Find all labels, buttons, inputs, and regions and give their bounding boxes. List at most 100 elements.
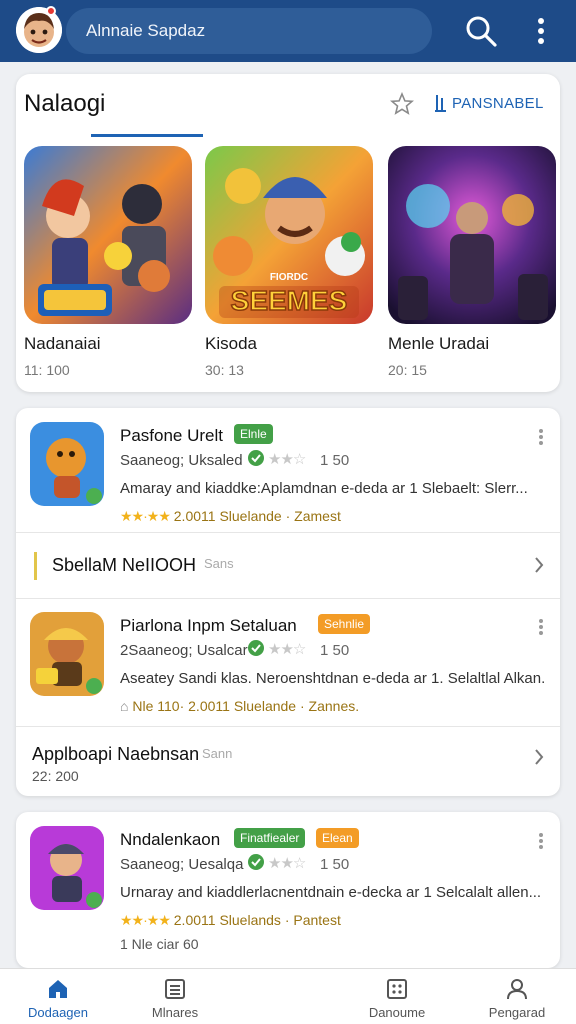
grid-icon bbox=[387, 979, 407, 999]
rating-stars: ★★·★★ bbox=[120, 508, 171, 524]
game-art-wizard bbox=[388, 146, 556, 324]
app-meta: ★★·★★ 2.0011 Sluelande · Zamest bbox=[120, 508, 341, 525]
search-input[interactable] bbox=[86, 8, 416, 54]
app-description: Amaray and kiaddke:Aplamdnan e-deda ar 1… bbox=[120, 480, 528, 497]
list-icon bbox=[165, 979, 185, 999]
section-meta: 22: 200 bbox=[32, 768, 79, 784]
nav-item-grid[interactable]: Danoume bbox=[342, 977, 452, 1020]
section-accent-bar bbox=[34, 552, 37, 580]
verified-check-icon bbox=[248, 640, 264, 656]
meta-number: 2.0011 bbox=[188, 698, 230, 714]
nav-item-list[interactable]: Mlnares bbox=[120, 977, 230, 1020]
app-badge: Finatfiealer bbox=[234, 828, 306, 848]
list-item[interactable]: Pasfone Urelt Elnle Saaneog; Uksaled ★★☆… bbox=[16, 408, 560, 532]
meta-number: 2.0011 bbox=[173, 508, 216, 524]
see-all-link[interactable]: PANSNABEL bbox=[452, 95, 544, 112]
more-options-icon[interactable] bbox=[538, 618, 544, 636]
divider bbox=[16, 726, 560, 727]
divider bbox=[16, 532, 560, 533]
top-app-bar bbox=[0, 0, 576, 62]
profile-avatar[interactable] bbox=[16, 7, 62, 53]
chevron-right-icon[interactable] bbox=[534, 748, 544, 766]
game-card[interactable]: Nadanaiai 11: 100 bbox=[24, 146, 192, 378]
game-name: Menle Uradai bbox=[388, 334, 490, 353]
chevron-right-icon[interactable] bbox=[534, 556, 544, 574]
rating-stars-icon: ★★☆ bbox=[268, 855, 306, 872]
search-icon[interactable] bbox=[464, 14, 498, 48]
person-icon bbox=[507, 979, 527, 1000]
app-badge: Sehnlie bbox=[318, 614, 371, 634]
app-list-card: Nndalenkaon Finatfiealer Elean Saaneog; … bbox=[16, 812, 560, 968]
section-row[interactable]: SbellaM NeIIOOH Sans bbox=[16, 534, 560, 596]
nav-label: Pengarad bbox=[488, 1005, 546, 1020]
meta-tail: · Pantest bbox=[284, 912, 341, 928]
section-title: Applboapi Naebnsan bbox=[32, 744, 200, 764]
app-description: Urnaray and kiaddlerlacnentdnain e-decka… bbox=[120, 884, 542, 901]
app-name: Nndalenkaon bbox=[120, 830, 221, 849]
rating-value: 1 50 bbox=[320, 642, 350, 659]
app-subtitle: Saaneog; Uksaled bbox=[120, 452, 243, 469]
game-card[interactable]: FIORDC SEEMES Kisoda 30: 13 bbox=[205, 146, 373, 378]
section-title: SbellaM NeIIOOH bbox=[52, 555, 197, 575]
nav-label: Danoume bbox=[368, 1005, 426, 1020]
app-subtitle: 2Saaneog; Usalcar bbox=[120, 642, 248, 659]
game-name: Nadanaiai bbox=[24, 334, 101, 353]
more-vert-icon[interactable] bbox=[530, 14, 552, 48]
app-description: Aseatey Sandi klas. Neroenshtdnan e-deda… bbox=[120, 670, 544, 687]
bookmark-icon bbox=[435, 95, 446, 112]
verified-check-icon bbox=[248, 854, 264, 870]
home-icon bbox=[49, 980, 67, 998]
verified-check-icon bbox=[248, 450, 264, 466]
nav-item-profile[interactable]: Pengarad bbox=[462, 977, 572, 1020]
rating-stars: ★★·★★ bbox=[120, 912, 171, 928]
more-options-icon[interactable] bbox=[538, 428, 544, 446]
list-item[interactable]: Piarlona Inpm Setaluan Sehnlie 2Saaneog;… bbox=[16, 598, 560, 722]
section-title: Nalaogi bbox=[24, 90, 106, 117]
art-logo: SEEMES bbox=[231, 285, 348, 316]
search-bar[interactable] bbox=[66, 8, 432, 54]
meta-tail: · Zamest bbox=[285, 508, 341, 524]
app-name: Pasfone Urelt bbox=[120, 426, 223, 445]
game-meta: 20: 15 bbox=[388, 362, 427, 378]
section-subtitle: Sans bbox=[204, 556, 234, 571]
app-icon bbox=[30, 826, 104, 910]
star-icon[interactable] bbox=[390, 92, 414, 116]
app-subtitle: Saaneog; Uesalqa bbox=[120, 856, 244, 873]
nav-label: Mlnares bbox=[151, 1005, 199, 1020]
app-icon bbox=[30, 612, 104, 696]
app-badge: Elnle bbox=[234, 424, 273, 444]
app-meta: ⌂ Nle 110· 2.0011 Sluelande · Zannes. bbox=[120, 698, 359, 714]
featured-section: Nalaogi PANSNABEL Nadanaiai 11: 100 FIOR… bbox=[16, 74, 560, 392]
rating-value: 1 50 bbox=[320, 856, 350, 873]
home-small-icon: ⌂ bbox=[120, 698, 129, 714]
app-extra-meta: 1 Nle ciar 60 bbox=[120, 936, 199, 952]
meta-prefix: Nle 110· bbox=[132, 698, 185, 714]
meta-number: 2.0011 bbox=[173, 912, 216, 928]
rating-stars-icon: ★★☆ bbox=[268, 451, 306, 468]
art-logo-small: FIORDC bbox=[270, 272, 308, 283]
app-name: Piarlona Inpm Setaluan bbox=[120, 616, 297, 635]
notification-dot bbox=[46, 6, 56, 16]
meta-label: Sluelande bbox=[233, 698, 297, 714]
game-meta: 30: 13 bbox=[205, 362, 244, 378]
meta-label: Sluelande bbox=[219, 508, 282, 524]
rating-value: 1 50 bbox=[320, 452, 350, 469]
nav-item-home[interactable]: Dodaagen bbox=[3, 977, 113, 1020]
game-art-seemes: FIORDC SEEMES bbox=[205, 146, 373, 324]
game-meta: 11: 100 bbox=[24, 362, 70, 378]
bottom-navigation: Dodaagen Mlnares Danoume Pengarad bbox=[0, 968, 576, 1024]
app-badge: Elean bbox=[316, 828, 359, 848]
nav-label: Dodaagen bbox=[28, 1005, 88, 1020]
list-item[interactable]: Nndalenkaon Finatfiealer Elean Saaneog; … bbox=[16, 812, 560, 952]
meta-label: Sluelands bbox=[219, 912, 281, 928]
game-art-heroes bbox=[24, 146, 192, 324]
more-options-icon[interactable] bbox=[538, 832, 544, 850]
rating-stars-icon: ★★☆ bbox=[268, 641, 306, 658]
app-meta: ★★·★★ 2.0011 Sluelands · Pantest bbox=[120, 912, 341, 929]
meta-tail: · Zannes. bbox=[299, 698, 360, 714]
section-subtitle: Sann bbox=[202, 746, 233, 761]
game-card[interactable]: Menle Uradai 20: 15 bbox=[388, 146, 556, 378]
tab-indicator bbox=[91, 134, 203, 137]
app-list-card: Pasfone Urelt Elnle Saaneog; Uksaled ★★☆… bbox=[16, 408, 560, 796]
section-row[interactable]: Applboapi Naebnsan Sann 22: 200 bbox=[16, 728, 560, 796]
